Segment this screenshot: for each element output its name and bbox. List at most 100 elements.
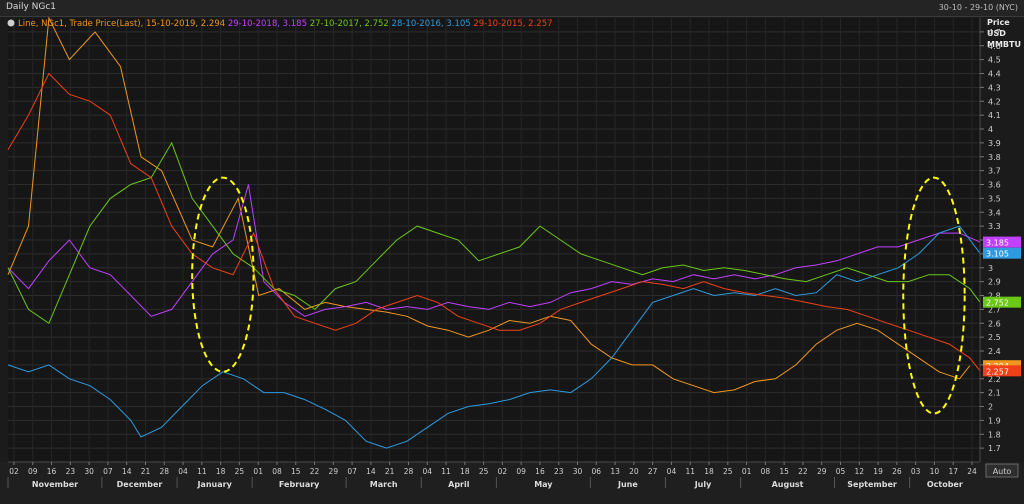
x-tick-label: 18 xyxy=(704,467,714,476)
legend-entry: 27-10-2017, 2.752 xyxy=(310,19,392,29)
y-tick-label: 3.9 xyxy=(988,139,1001,148)
month-label: January xyxy=(196,480,232,489)
x-tick-label: 17 xyxy=(948,467,958,476)
y-tick-label: 3.4 xyxy=(988,208,1001,217)
x-tick-label: 27 xyxy=(648,467,658,476)
month-label: August xyxy=(772,480,804,489)
y-tick-label: 1.9 xyxy=(988,416,1001,425)
x-tick-label: 14 xyxy=(122,467,132,476)
x-tick-label: 22 xyxy=(310,467,320,476)
last-value-label: 3.105 xyxy=(986,250,1009,259)
x-tick-label: 20 xyxy=(629,467,639,476)
y-tick-label: 3.7 xyxy=(988,167,1001,176)
x-tick-label: 02 xyxy=(498,467,508,476)
y-tick-label: 3 xyxy=(988,264,993,273)
y-tick-label: 2.4 xyxy=(988,347,1001,356)
month-label: October xyxy=(927,480,963,489)
y-tick-label: 1.8 xyxy=(988,430,1001,439)
last-value-label: 3.185 xyxy=(986,239,1009,248)
x-tick-label: 05 xyxy=(836,467,846,476)
x-tick-label: 25 xyxy=(235,467,245,476)
x-tick-label: 18 xyxy=(216,467,226,476)
legend-entry: 15-10-2019, 2.294 xyxy=(146,19,228,29)
date-range: 30-10 - 29-10 (NYC) xyxy=(938,3,1018,12)
y-tick-label: 3.3 xyxy=(988,222,1001,231)
legend-entry: 29-10-2015, 2.257 xyxy=(473,19,552,29)
y-unit-label: Price xyxy=(987,18,1010,27)
y-tick-label: 3.6 xyxy=(988,181,1001,190)
x-tick-label: 01 xyxy=(742,467,752,476)
x-tick-label: 06 xyxy=(592,467,602,476)
x-tick-label: 13 xyxy=(610,467,620,476)
x-tick-label: 30 xyxy=(573,467,583,476)
x-tick-label: 25 xyxy=(479,467,489,476)
y-tick-label: 2.6 xyxy=(988,319,1001,328)
x-tick-label: 11 xyxy=(441,467,451,476)
title-bar: Daily NGc1 30-10 - 29-10 (NYC) xyxy=(0,0,1024,17)
y-tick-label: 2.5 xyxy=(988,333,1001,342)
x-tick-label: 03 xyxy=(911,467,921,476)
y-tick-label: 4.5 xyxy=(988,56,1001,65)
x-tick-label: 24 xyxy=(967,467,977,476)
x-tick-label: 09 xyxy=(28,467,38,476)
x-tick-label: 10 xyxy=(930,467,940,476)
price-chart: PriceUSDMMBTU1.71.81.922.12.22.32.42.52.… xyxy=(0,16,1024,504)
x-tick-label: 21 xyxy=(141,467,151,476)
y-tick-label: 1.7 xyxy=(988,444,1001,453)
y-tick-label: 3.8 xyxy=(988,153,1001,162)
x-tick-label: 22 xyxy=(798,467,808,476)
y-tick-label: 3.5 xyxy=(988,194,1001,203)
x-tick-label: 21 xyxy=(385,467,395,476)
month-label: November xyxy=(32,480,78,489)
x-tick-label: 11 xyxy=(197,467,207,476)
x-tick-label: 07 xyxy=(347,467,357,476)
y-tick-label: 2.1 xyxy=(988,389,1001,398)
x-tick-label: 08 xyxy=(272,467,282,476)
x-tick-label: 09 xyxy=(516,467,526,476)
last-value-label: 2.752 xyxy=(986,299,1009,308)
y-tick-label: 4.6 xyxy=(988,42,1001,51)
last-value-label: 2.257 xyxy=(986,367,1009,376)
x-tick-label: 19 xyxy=(873,467,883,476)
month-label: June xyxy=(617,480,638,489)
x-tick-label: 29 xyxy=(817,467,827,476)
month-label: May xyxy=(534,480,553,489)
chart-window: PriceUSDMMBTU1.71.81.922.12.22.32.42.52.… xyxy=(0,0,1024,504)
x-tick-label: 23 xyxy=(554,467,564,476)
month-label: December xyxy=(117,480,163,489)
x-tick-label: 07 xyxy=(103,467,113,476)
x-tick-label: 02 xyxy=(9,467,19,476)
month-label: September xyxy=(847,480,897,489)
legend-entry: 29-10-2018, 3.185 xyxy=(228,19,310,29)
legend-entry: 28-10-2016, 3.105 xyxy=(392,19,474,29)
x-tick-label: 14 xyxy=(366,467,376,476)
y-tick-label: 4.3 xyxy=(988,83,1001,92)
x-tick-label: 28 xyxy=(160,467,170,476)
month-label: April xyxy=(448,480,470,489)
x-tick-label: 15 xyxy=(779,467,789,476)
x-tick-label: 25 xyxy=(723,467,733,476)
x-tick-label: 16 xyxy=(47,467,57,476)
x-tick-label: 11 xyxy=(685,467,695,476)
x-tick-label: 04 xyxy=(667,467,677,476)
chart-title: Daily NGc1 xyxy=(6,2,57,12)
legend-line-icon xyxy=(7,19,15,27)
month-label: July xyxy=(694,480,712,489)
x-tick-label: 01 xyxy=(253,467,263,476)
month-label: March xyxy=(370,480,398,489)
x-tick-label: 15 xyxy=(291,467,301,476)
x-tick-label: 16 xyxy=(535,467,545,476)
month-label: February xyxy=(279,480,320,489)
x-tick-label: 08 xyxy=(761,467,771,476)
y-tick-label: 4.7 xyxy=(988,28,1001,37)
y-tick-label: 4.2 xyxy=(988,97,1001,106)
y-tick-label: 2.9 xyxy=(988,278,1001,287)
x-tick-label: 04 xyxy=(422,467,432,476)
x-tick-label: 30 xyxy=(84,467,94,476)
legend-prefix: Line, NGc1, Trade Price(Last), xyxy=(18,19,146,29)
x-tick-label: 29 xyxy=(329,467,339,476)
x-tick-label: 12 xyxy=(855,467,865,476)
auto-button-label[interactable]: Auto xyxy=(993,467,1012,476)
y-tick-label: 4 xyxy=(988,125,993,134)
x-tick-label: 23 xyxy=(66,467,76,476)
